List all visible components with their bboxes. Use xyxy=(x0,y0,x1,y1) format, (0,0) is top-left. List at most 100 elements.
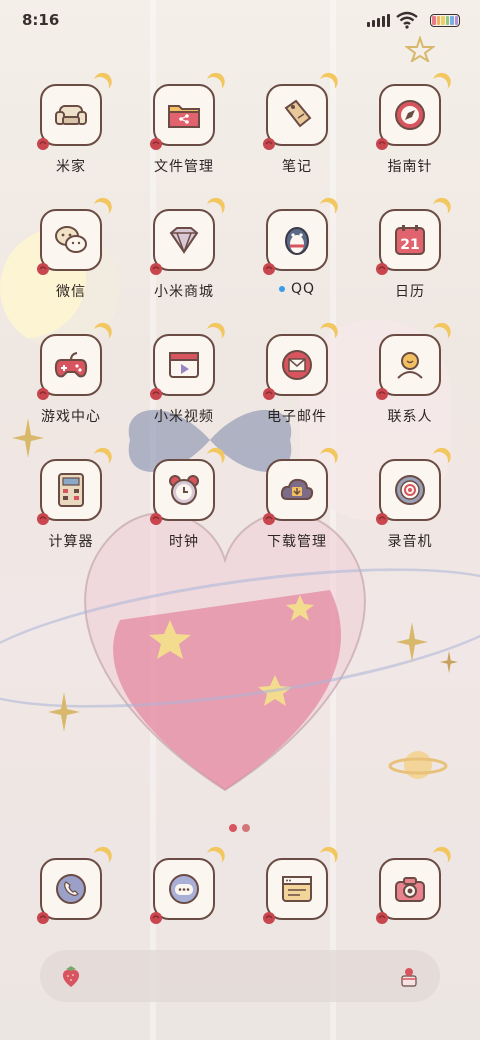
sparkle-icon xyxy=(396,622,428,662)
rose-icon xyxy=(376,912,388,924)
app-notes[interactable]: 笔记 xyxy=(247,84,347,176)
app-mi-video[interactable]: 小米视频 xyxy=(134,334,234,426)
status-bar: 8:16 xyxy=(0,0,480,42)
app-label: 小米商城 xyxy=(154,284,214,300)
crescent-moon-icon xyxy=(88,449,111,472)
rose-icon xyxy=(37,388,49,400)
dock-browser[interactable] xyxy=(263,858,328,924)
crescent-moon-icon xyxy=(314,74,337,97)
app-email[interactable]: 电子邮件 xyxy=(247,334,347,426)
rose-icon xyxy=(37,912,49,924)
calendar-day: 21 xyxy=(400,237,419,253)
chat-bubbles-icon xyxy=(55,226,87,253)
app-label: 指南针 xyxy=(387,159,433,175)
app-mi-store[interactable]: 小米商城 xyxy=(134,209,234,301)
app-icon-frame[interactable] xyxy=(37,209,102,275)
sparkle-icon xyxy=(440,650,458,674)
app-wechat[interactable]: 微信 xyxy=(21,209,121,301)
app-icon-frame[interactable] xyxy=(376,858,441,924)
app-game-center[interactable]: 游戏中心 xyxy=(21,334,121,426)
status-time: 8:16 xyxy=(22,11,60,29)
dock-messages[interactable] xyxy=(150,858,215,924)
search-bar[interactable] xyxy=(40,950,440,1002)
crescent-moon-icon xyxy=(314,324,337,347)
crescent-moon-icon xyxy=(427,199,450,222)
app-icon-frame[interactable]: 21 xyxy=(376,209,441,275)
crescent-moon-icon xyxy=(201,848,224,871)
penguin-icon xyxy=(285,227,309,255)
crescent-moon-icon xyxy=(88,324,111,347)
app-icon-frame[interactable] xyxy=(263,459,328,525)
app-icon-frame[interactable] xyxy=(263,84,328,150)
app-icon-frame[interactable] xyxy=(150,334,215,400)
rose-icon xyxy=(376,388,388,400)
app-qq[interactable]: QQ xyxy=(247,209,347,297)
app-icon-frame[interactable] xyxy=(150,459,215,525)
crescent-moon-icon xyxy=(88,199,111,222)
message-icon xyxy=(169,874,199,904)
gamepad-icon xyxy=(54,352,88,378)
camera-icon xyxy=(395,877,425,902)
app-icon-frame[interactable] xyxy=(37,459,102,525)
page-indicator[interactable] xyxy=(224,822,256,834)
app-label: 时钟 xyxy=(169,534,199,550)
crescent-moon-icon xyxy=(427,848,450,871)
app-contacts[interactable]: 联系人 xyxy=(360,334,460,426)
gem-icon xyxy=(169,227,199,255)
cloud-download-icon xyxy=(280,478,314,500)
app-icon-frame[interactable] xyxy=(263,209,328,275)
recorder-icon xyxy=(395,475,425,505)
planet-ring-decoration xyxy=(0,541,480,735)
crescent-moon-icon xyxy=(88,74,111,97)
app-download-manager[interactable]: 下载管理 xyxy=(247,459,347,551)
crescent-moon-icon xyxy=(201,199,224,222)
app-label-text: QQ xyxy=(290,281,316,297)
dock-camera[interactable] xyxy=(376,858,441,924)
app-icon-frame[interactable] xyxy=(150,209,215,275)
app-icon-frame[interactable] xyxy=(263,858,328,924)
app-icon-frame[interactable] xyxy=(376,459,441,525)
app-label: 下载管理 xyxy=(267,534,327,550)
rose-icon xyxy=(376,513,388,525)
app-calculator[interactable]: 计算器 xyxy=(21,459,121,551)
crescent-moon-icon xyxy=(314,199,337,222)
app-icon-frame[interactable] xyxy=(37,84,102,150)
armchair-icon xyxy=(55,105,87,125)
app-label: 日历 xyxy=(395,284,425,300)
crescent-moon-icon xyxy=(201,74,224,97)
rose-icon xyxy=(150,912,162,924)
app-mijia[interactable]: 米家 xyxy=(21,84,121,176)
app-icon-frame[interactable] xyxy=(150,84,215,150)
app-icon-frame[interactable] xyxy=(37,334,102,400)
app-clock[interactable]: 时钟 xyxy=(134,459,234,551)
rose-icon xyxy=(376,263,388,275)
app-file-manager[interactable]: 文件管理 xyxy=(134,84,234,176)
app-icon-frame[interactable] xyxy=(376,334,441,400)
crescent-moon-icon xyxy=(314,449,337,472)
new-install-dot xyxy=(278,286,285,292)
app-label: 录音机 xyxy=(387,534,433,550)
rose-icon xyxy=(37,138,49,150)
tag-note-icon xyxy=(284,99,312,128)
app-recorder[interactable]: 录音机 xyxy=(360,459,460,551)
rose-icon xyxy=(37,263,49,275)
app-icon-frame[interactable] xyxy=(37,858,102,924)
app-label: 计算器 xyxy=(48,534,94,550)
strawberry-icon xyxy=(62,966,80,987)
contact-icon xyxy=(397,352,423,379)
rose-icon xyxy=(150,513,162,525)
app-icon-frame[interactable] xyxy=(376,84,441,150)
app-label: QQ xyxy=(247,281,347,297)
app-label: 小米视频 xyxy=(154,409,214,425)
app-label: 微信 xyxy=(56,284,86,300)
dock-phone[interactable] xyxy=(37,858,102,924)
crescent-moon-icon xyxy=(427,324,450,347)
app-calendar[interactable]: 21 日历 xyxy=(360,209,460,301)
rose-icon xyxy=(150,263,162,275)
app-compass[interactable]: 指南针 xyxy=(360,84,460,176)
rose-icon xyxy=(263,263,275,275)
app-icon-frame[interactable] xyxy=(263,334,328,400)
compass-icon xyxy=(395,100,425,130)
sparkle-icon xyxy=(48,692,80,732)
app-icon-frame[interactable] xyxy=(150,858,215,924)
